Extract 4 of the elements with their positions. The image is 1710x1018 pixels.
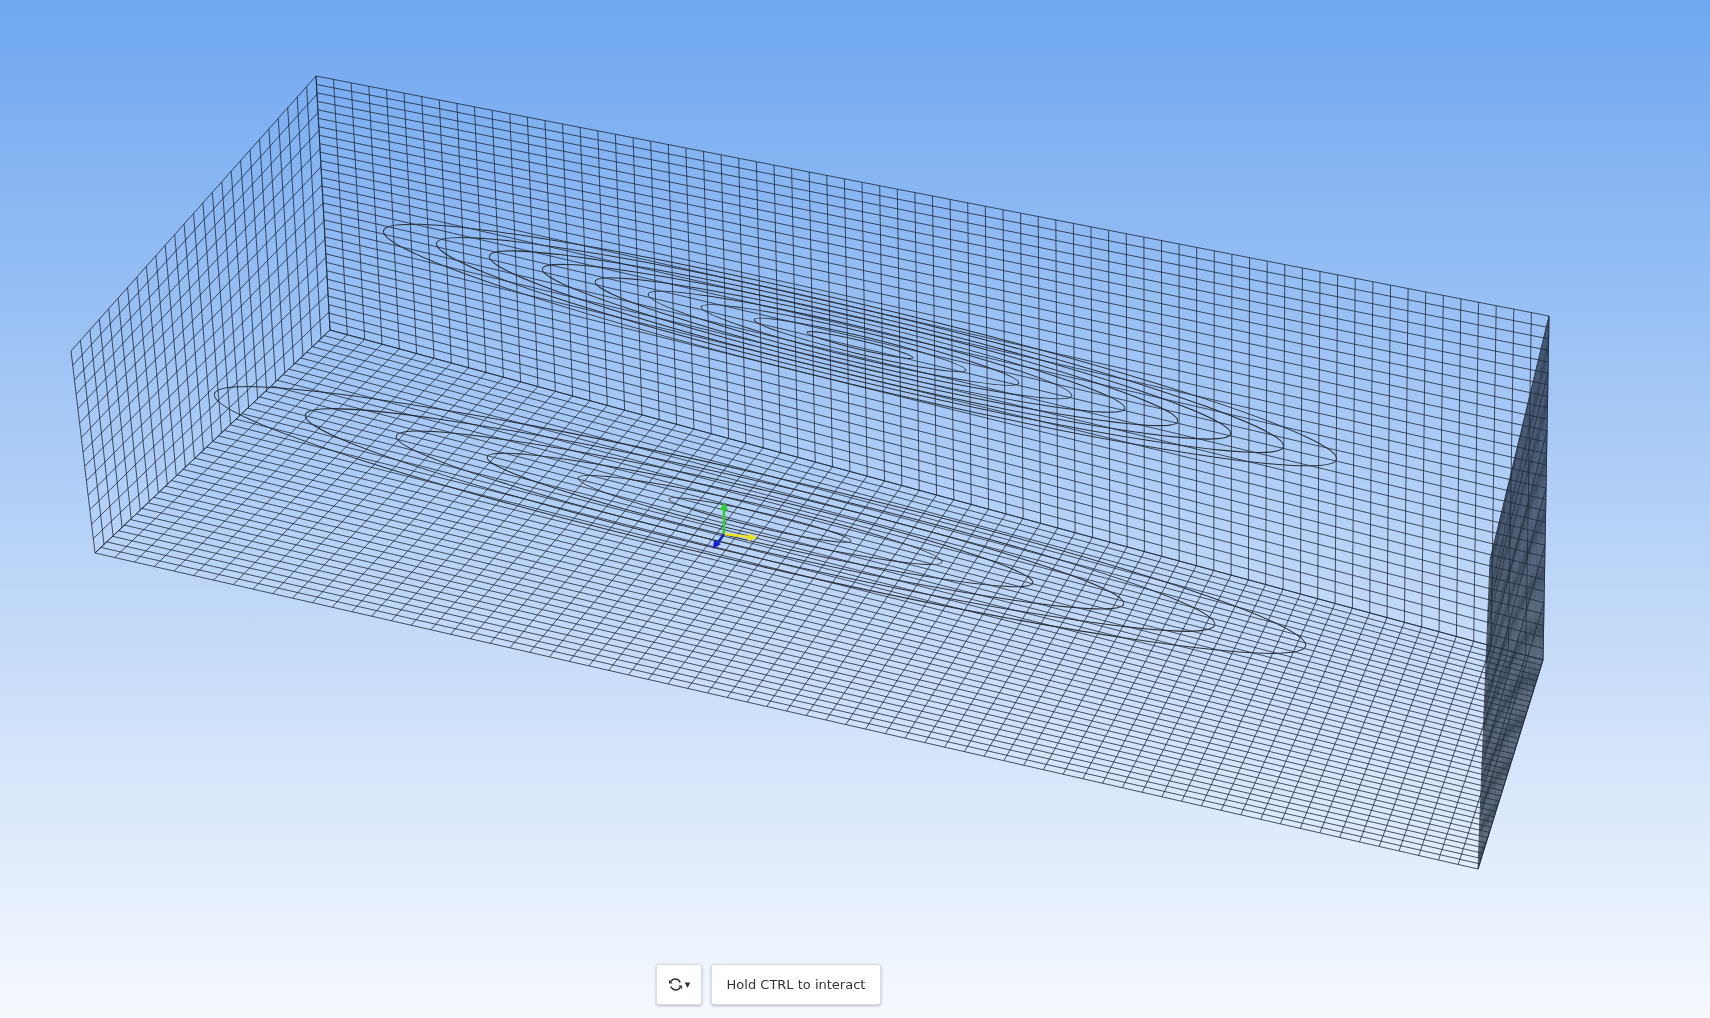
axis-triad-icon — [712, 500, 758, 550]
rotate-icon — [667, 977, 683, 992]
hint-button[interactable]: Hold CTRL to interact — [711, 964, 881, 1005]
view-menu-button[interactable]: ▾ — [656, 964, 702, 1005]
